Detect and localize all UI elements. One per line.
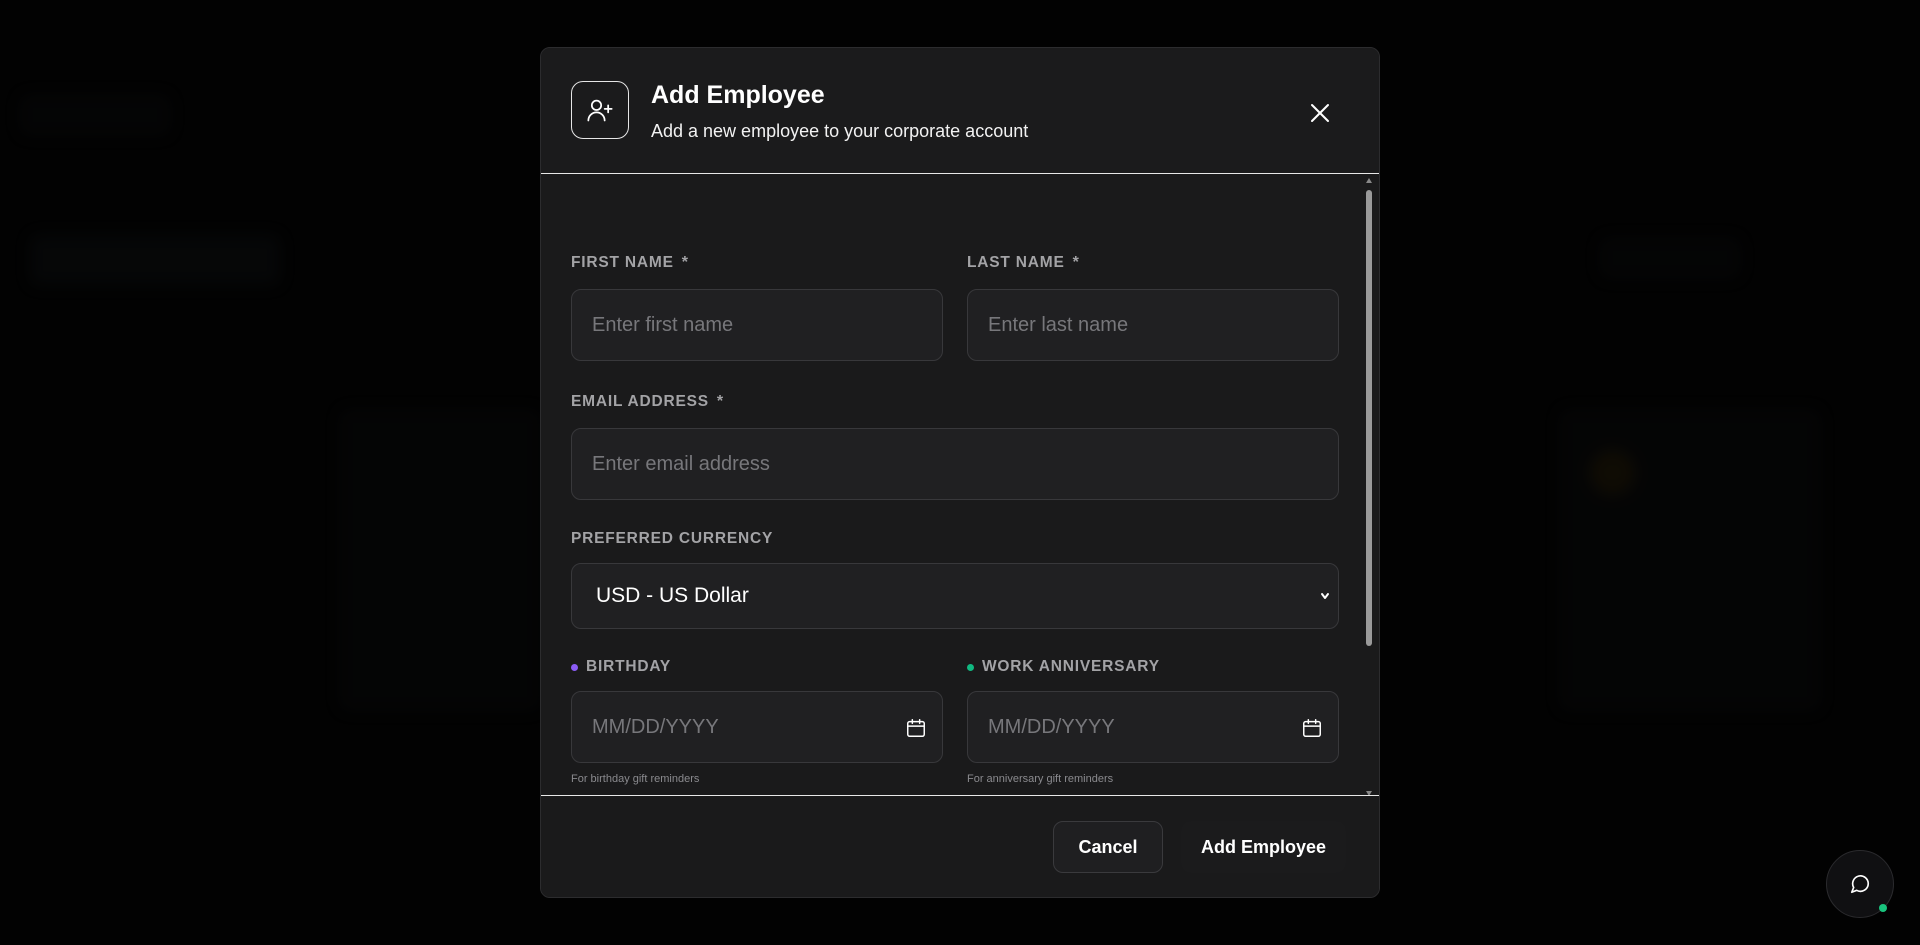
add-employee-button[interactable]: Add Employee (1181, 821, 1346, 873)
chat-status-dot (1879, 904, 1887, 912)
birthday-dot (571, 663, 578, 671)
currency-label-text: PREFERRED CURRENCY (571, 530, 774, 547)
modal-title: Add Employee (651, 81, 825, 109)
modal-footer: Cancel Add Employee (541, 795, 1379, 897)
last-name-label-text: LAST NAME (967, 254, 1065, 271)
required-mark: * (716, 393, 724, 410)
first-name-label-text: FIRST NAME (571, 254, 674, 271)
currency-selected-value: USD - US Dollar (596, 584, 749, 607)
user-plus-icon (571, 81, 629, 139)
currency-select[interactable]: USD - US Dollar (571, 563, 1339, 629)
scroll-up-arrow[interactable] (1366, 178, 1372, 183)
last-name-label: LAST NAME * (967, 254, 1080, 272)
first-name-input[interactable] (571, 289, 943, 361)
birthday-label: BIRTHDAY (571, 658, 671, 676)
required-mark: * (681, 254, 689, 271)
modal-header: Add Employee Add a new employee to your … (541, 48, 1379, 174)
anniversary-label-text: WORK ANNIVERSARY (982, 658, 1160, 675)
email-label: EMAIL ADDRESS * (571, 393, 724, 411)
close-icon (1311, 104, 1329, 122)
modal-body[interactable]: FIRST NAME * LAST NAME * EMAIL ADDRESS *… (541, 174, 1379, 844)
anniversary-dot (967, 663, 974, 671)
calendar-icon[interactable] (1301, 717, 1323, 739)
modal-subtitle: Add a new employee to your corporate acc… (651, 121, 1029, 141)
birthday-helper-text: For birthday gift reminders (571, 773, 700, 785)
email-input[interactable] (571, 428, 1339, 500)
scrollbar-thumb[interactable] (1366, 190, 1372, 646)
first-name-label: FIRST NAME * (571, 254, 689, 272)
email-label-text: EMAIL ADDRESS (571, 393, 709, 410)
chevron-down-icon (1321, 593, 1329, 599)
currency-label: PREFERRED CURRENCY (571, 530, 773, 548)
anniversary-input[interactable] (967, 691, 1339, 763)
required-mark: * (1072, 254, 1080, 271)
close-button[interactable] (1307, 100, 1333, 126)
add-employee-modal: Add Employee Add a new employee to your … (540, 47, 1380, 898)
chat-bubble-icon (1850, 875, 1870, 894)
calendar-icon[interactable] (905, 717, 927, 739)
scrollbar[interactable] (1365, 178, 1373, 796)
birthday-input[interactable] (571, 691, 943, 763)
last-name-input[interactable] (967, 289, 1339, 361)
anniversary-helper-text: For anniversary gift reminders (967, 773, 1114, 785)
birthday-label-text: BIRTHDAY (586, 658, 672, 675)
anniversary-label: WORK ANNIVERSARY (967, 658, 1160, 676)
cancel-button[interactable]: Cancel (1053, 821, 1163, 873)
